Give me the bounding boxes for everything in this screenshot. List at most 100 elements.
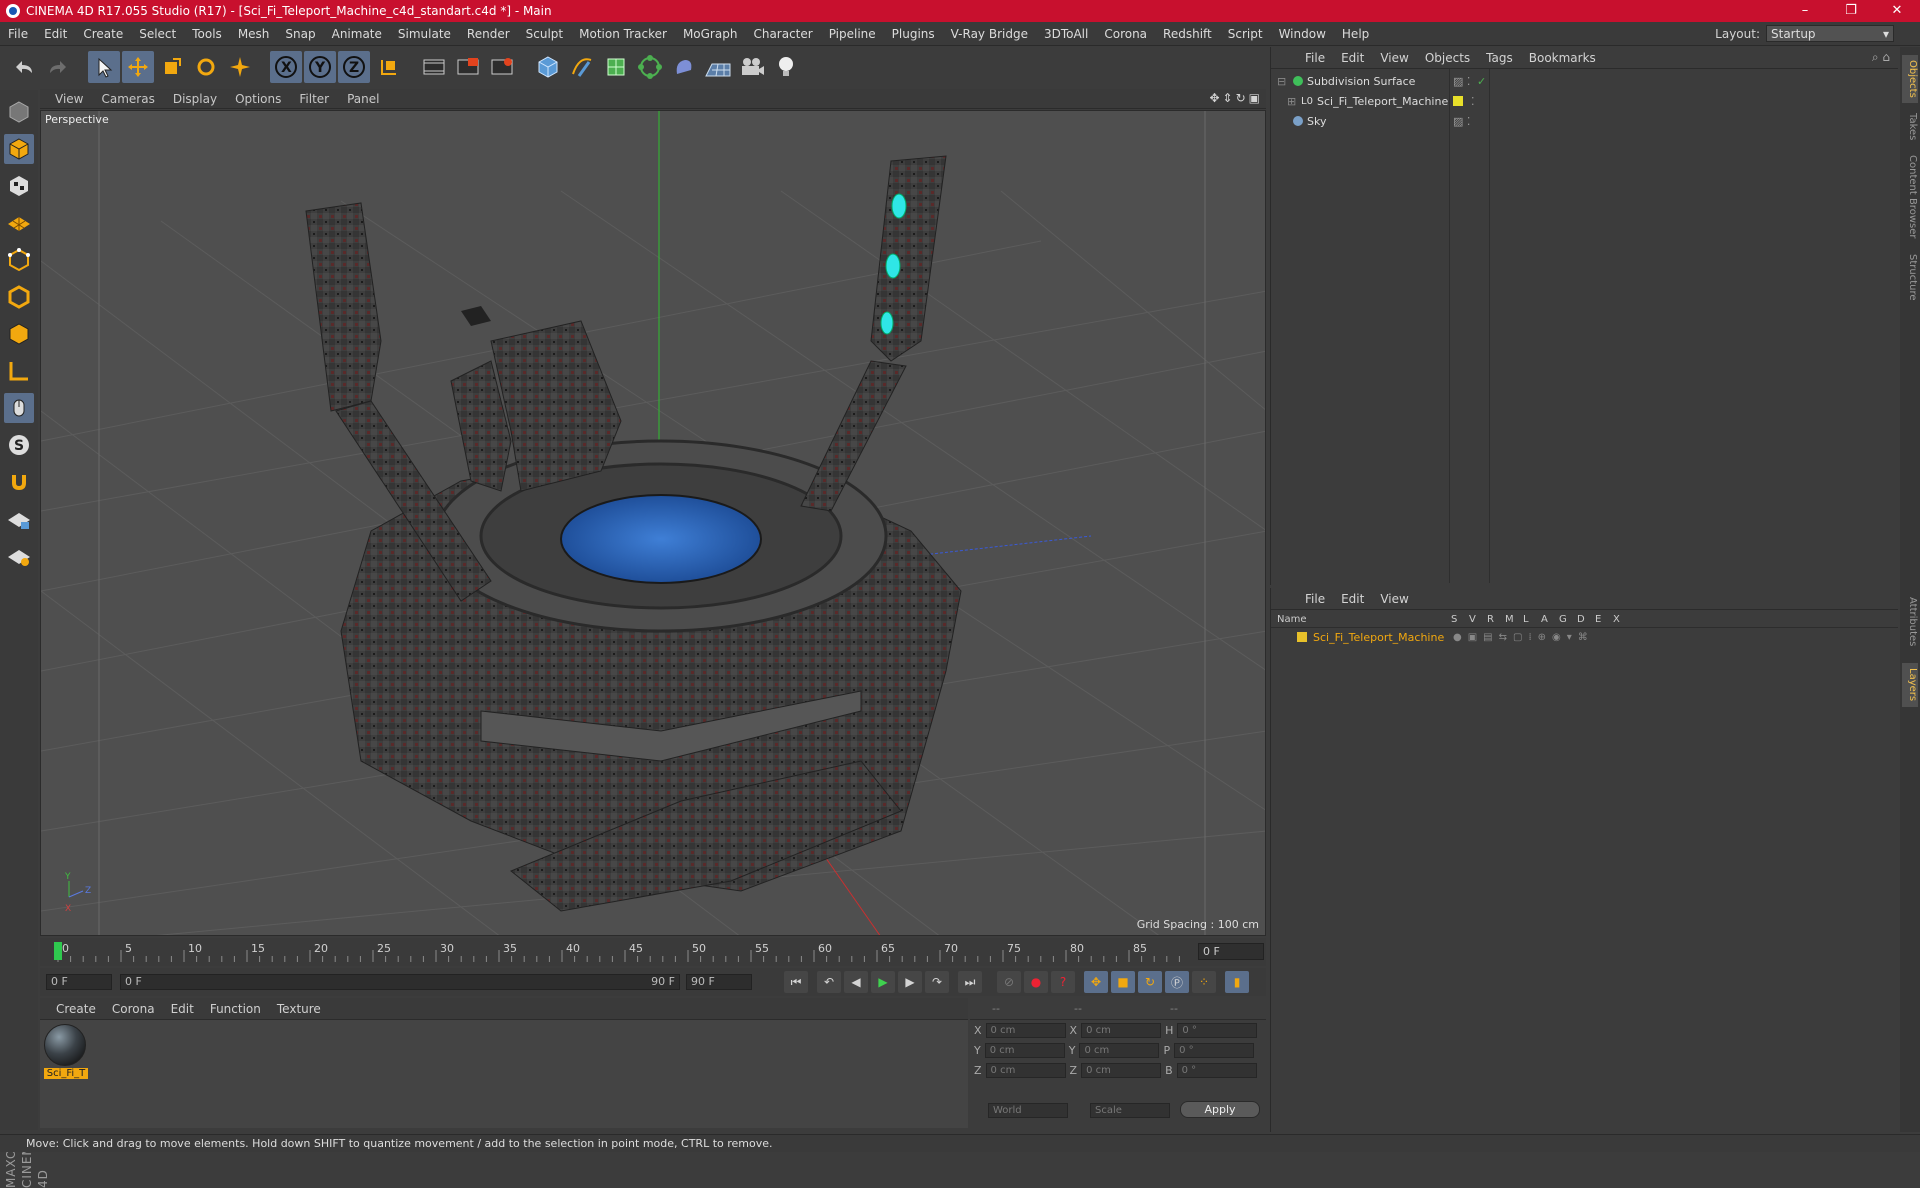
polygons-mode-icon[interactable] bbox=[4, 319, 34, 349]
light-icon[interactable] bbox=[770, 51, 802, 83]
objmgr-menu-file[interactable]: File bbox=[1297, 51, 1333, 65]
maximize-button[interactable]: ❐ bbox=[1828, 0, 1874, 22]
previous-keyframe-icon[interactable]: ↶ bbox=[817, 971, 841, 993]
toggle-layout-icon[interactable]: ▣ bbox=[1249, 91, 1260, 105]
points-mode-icon[interactable] bbox=[4, 245, 34, 275]
menu-window[interactable]: Window bbox=[1271, 22, 1334, 46]
move-tool-button[interactable] bbox=[122, 51, 154, 83]
scale-tool-button[interactable] bbox=[156, 51, 188, 83]
search-icon[interactable]: ⌕ ⌂ bbox=[1872, 50, 1890, 65]
tree-row-sci-fi-teleport-machine[interactable]: ⊞ L0 Sci_Fi_Teleport_Machine ⁚ bbox=[1271, 91, 1899, 111]
redo-button[interactable] bbox=[42, 51, 74, 83]
viewport-menu-filter[interactable]: Filter bbox=[290, 92, 338, 106]
material-menu-corona[interactable]: Corona bbox=[104, 1002, 163, 1016]
rotate-tool-button[interactable] bbox=[190, 51, 222, 83]
close-button[interactable]: ✕ bbox=[1874, 0, 1920, 22]
material-swatch[interactable]: Sci_Fi_T bbox=[44, 1024, 88, 1080]
axis-mode-icon[interactable] bbox=[4, 356, 34, 386]
perspective-viewport[interactable]: Y Z X Perspective Grid Spacing : 100 cm bbox=[40, 110, 1266, 936]
grid-snap-icon[interactable] bbox=[4, 541, 34, 571]
dolly-view-icon[interactable]: ⇕ bbox=[1223, 91, 1233, 105]
play-forward-icon[interactable]: ▶ bbox=[871, 971, 895, 993]
menu-corona[interactable]: Corona bbox=[1096, 22, 1155, 46]
playhead-marker[interactable] bbox=[54, 942, 62, 960]
menu-file[interactable]: File bbox=[0, 22, 36, 46]
viewport-menu-display[interactable]: Display bbox=[164, 92, 226, 106]
model-mode-icon[interactable] bbox=[4, 134, 34, 164]
layermgr-menu-file[interactable]: File bbox=[1297, 592, 1333, 606]
menu-render[interactable]: Render bbox=[459, 22, 518, 46]
next-keyframe-icon[interactable]: ↷ bbox=[925, 971, 949, 993]
size-x-field[interactable]: 0 cm bbox=[1081, 1022, 1162, 1038]
viewport-menu-panel[interactable]: Panel bbox=[338, 92, 388, 106]
objmgr-menu-bookmarks[interactable]: Bookmarks bbox=[1521, 51, 1604, 65]
layermgr-menu-view[interactable]: View bbox=[1372, 592, 1416, 606]
material-menu-function[interactable]: Function bbox=[202, 1002, 269, 1016]
apply-button[interactable]: Apply bbox=[1180, 1101, 1260, 1118]
visibility-dots-icon[interactable]: ⁚ bbox=[1471, 95, 1475, 108]
menu-mograph[interactable]: MoGraph bbox=[675, 22, 746, 46]
size-z-field[interactable]: 0 cm bbox=[1081, 1062, 1162, 1078]
live-selection-button[interactable] bbox=[224, 51, 256, 83]
viewport-menu-view[interactable]: View bbox=[46, 92, 92, 106]
expand-icon[interactable]: ⊞ bbox=[1287, 95, 1296, 108]
solo-mode-icon[interactable]: S bbox=[4, 430, 34, 460]
edges-mode-icon[interactable] bbox=[4, 282, 34, 312]
menu-select[interactable]: Select bbox=[131, 22, 184, 46]
render-view-button[interactable] bbox=[418, 51, 450, 83]
workplane-lock-icon[interactable] bbox=[4, 504, 34, 534]
material-menu-edit[interactable]: Edit bbox=[163, 1002, 202, 1016]
subdivision-surface-icon[interactable] bbox=[600, 51, 632, 83]
pen-spline-icon[interactable] bbox=[566, 51, 598, 83]
menu-snap[interactable]: Snap bbox=[277, 22, 323, 46]
layermgr-menu-edit[interactable]: Edit bbox=[1333, 592, 1372, 606]
tab-takes[interactable]: Takes bbox=[1902, 107, 1918, 147]
enabled-check-icon[interactable]: ✓ bbox=[1477, 75, 1486, 88]
rotation-p-field[interactable]: 0 ° bbox=[1174, 1042, 1255, 1058]
minimize-button[interactable]: – bbox=[1782, 0, 1828, 22]
material-menu-texture[interactable]: Texture bbox=[269, 1002, 329, 1016]
menu-tools[interactable]: Tools bbox=[184, 22, 230, 46]
coordinate-space-dropdown[interactable]: World bbox=[988, 1103, 1068, 1118]
x-axis-lock-button[interactable]: X bbox=[270, 51, 302, 83]
snapping-magnet-icon[interactable] bbox=[4, 467, 34, 497]
layer-toggle-icons[interactable]: ●▣▤⇆▢⁞⊕◉▾⌘ bbox=[1453, 632, 1594, 643]
menu-pipeline[interactable]: Pipeline bbox=[821, 22, 884, 46]
current-frame-field[interactable]: 0 F bbox=[1198, 943, 1264, 960]
objmgr-menu-edit[interactable]: Edit bbox=[1333, 51, 1372, 65]
layout-dropdown[interactable]: Startup ▾ bbox=[1766, 25, 1894, 42]
pan-view-icon[interactable]: ✥ bbox=[1209, 91, 1219, 105]
go-to-end-icon[interactable]: ⏭ bbox=[958, 971, 982, 993]
rotation-h-field[interactable]: 0 ° bbox=[1177, 1022, 1258, 1038]
record-active-objects-icon[interactable]: ● bbox=[1024, 971, 1048, 993]
frame-range-slider[interactable]: 0 F 90 F bbox=[120, 974, 680, 990]
position-x-field[interactable]: 0 cm bbox=[985, 1022, 1066, 1038]
make-editable-icon[interactable] bbox=[4, 97, 34, 127]
menu-animate[interactable]: Animate bbox=[324, 22, 390, 46]
autokeying-icon[interactable]: ? bbox=[1051, 971, 1075, 993]
size-mode-dropdown[interactable]: Scale bbox=[1090, 1103, 1170, 1118]
timeline-window-icon[interactable]: ▮ bbox=[1225, 971, 1249, 993]
menu-edit[interactable]: Edit bbox=[36, 22, 75, 46]
menu-character[interactable]: Character bbox=[745, 22, 820, 46]
material-menu-create[interactable]: Create bbox=[48, 1002, 104, 1016]
menu-plugins[interactable]: Plugins bbox=[884, 22, 943, 46]
key-rotation-icon[interactable]: ↻ bbox=[1138, 971, 1162, 993]
workplane-mode-icon[interactable] bbox=[4, 208, 34, 238]
tab-layers[interactable]: Layers bbox=[1902, 663, 1918, 707]
deformer-icon[interactable] bbox=[668, 51, 700, 83]
menu-sculpt[interactable]: Sculpt bbox=[518, 22, 571, 46]
array-mograph-icon[interactable] bbox=[634, 51, 666, 83]
viewport-menu-cameras[interactable]: Cameras bbox=[92, 92, 163, 106]
menu-simulate[interactable]: Simulate bbox=[390, 22, 459, 46]
floor-scene-icon[interactable] bbox=[702, 51, 734, 83]
end-frame-field[interactable]: 90 F bbox=[686, 974, 752, 990]
tweak-mode-icon[interactable] bbox=[4, 393, 34, 423]
start-frame-field[interactable]: 0 F bbox=[46, 974, 112, 990]
undo-button[interactable] bbox=[8, 51, 40, 83]
visibility-dots-icon[interactable]: ▨ ⁚ bbox=[1453, 75, 1470, 88]
menu-script[interactable]: Script bbox=[1220, 22, 1271, 46]
layer-row[interactable]: Sci_Fi_Teleport_Machine ●▣▤⇆▢⁞⊕◉▾⌘ bbox=[1271, 628, 1898, 646]
key-pla-icon[interactable]: ⁘ bbox=[1192, 971, 1216, 993]
next-frame-icon[interactable]: ▶ bbox=[898, 971, 922, 993]
